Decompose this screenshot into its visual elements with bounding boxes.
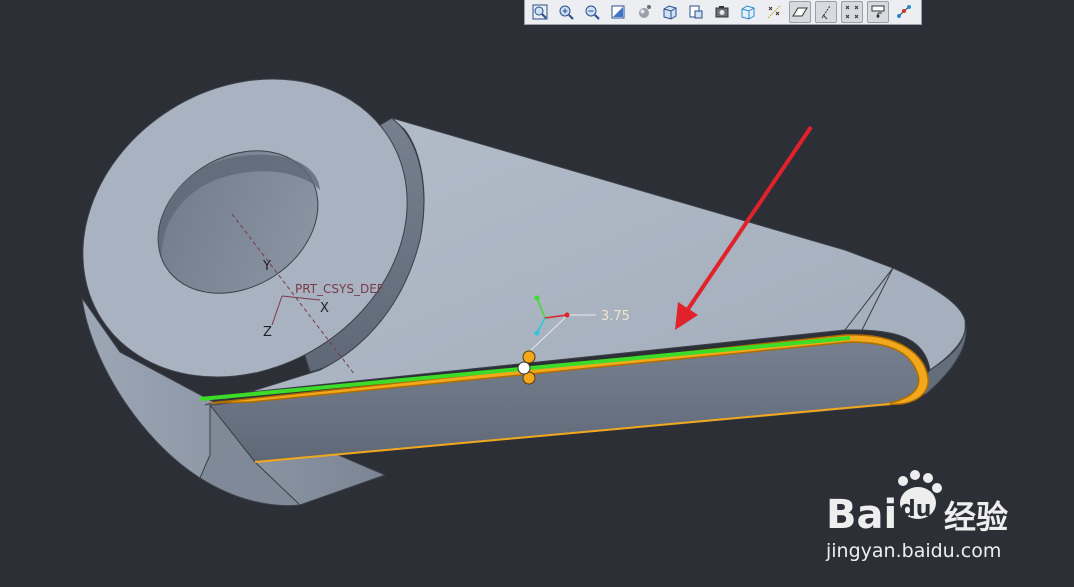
round-radius-value[interactable]: 3.75 [601, 309, 630, 324]
point-tags-display-icon [845, 5, 859, 19]
baidu-watermark: Bai du 经验 jingyan.baidu.com [825, 470, 1008, 562]
display-style-button[interactable] [633, 1, 655, 23]
section-view-button[interactable] [737, 1, 759, 23]
perspective-view-button[interactable] [711, 1, 733, 23]
annotation-display-button[interactable] [893, 1, 915, 23]
section-view-icon [741, 5, 755, 20]
zoom-in-button[interactable] [555, 1, 577, 23]
perspective-view-icon [715, 6, 729, 18]
annotation-display-icon [897, 5, 911, 18]
watermark-brand-right: du [900, 497, 931, 522]
zoom-out-icon [585, 5, 600, 20]
zoom-refit-icon [532, 4, 548, 20]
saved-orientations-button[interactable] [659, 1, 681, 23]
datum-points-display-icon [767, 5, 781, 19]
view-manager-icon [689, 5, 703, 19]
csys-display-icon [871, 5, 885, 18]
graphics-toolbar [524, 0, 922, 25]
watermark-brand-left: Bai [826, 492, 897, 538]
zoom-out-button[interactable] [581, 1, 603, 23]
repaint-icon [611, 5, 625, 19]
datum-axes-display-icon [821, 5, 831, 20]
repaint-button[interactable] [607, 1, 629, 23]
watermark-brand-cn: 经验 [944, 498, 1008, 536]
csys-z-label: Z [263, 325, 272, 340]
datum-axes-display-button[interactable] [815, 1, 837, 23]
part-model[interactable] [27, 19, 967, 507]
csys-x-label: X [320, 301, 329, 316]
model-viewport[interactable]: Y X Z PRT_CSYS_DEF 3.75 Bai du 经验 jingya… [0, 0, 1074, 587]
saved-orientations-icon [663, 5, 677, 20]
display-style-icon [639, 5, 651, 18]
csys-display-button[interactable] [867, 1, 889, 23]
view-manager-button[interactable] [685, 1, 707, 23]
datum-points-display-button[interactable] [763, 1, 785, 23]
triad-green-dot [534, 295, 540, 301]
datum-planes-display-button[interactable] [789, 1, 811, 23]
datum-planes-display-icon [792, 7, 808, 17]
zoom-in-icon [559, 5, 574, 20]
triad-cyan-dot [534, 330, 540, 336]
csys-y-label: Y [262, 259, 271, 274]
watermark-url: jingyan.baidu.com [825, 540, 1001, 562]
point-tags-display-button[interactable] [841, 1, 863, 23]
triad-red-dot [564, 312, 570, 318]
zoom-refit-button[interactable] [529, 1, 551, 23]
csys-name-label: PRT_CSYS_DEF [295, 282, 384, 296]
